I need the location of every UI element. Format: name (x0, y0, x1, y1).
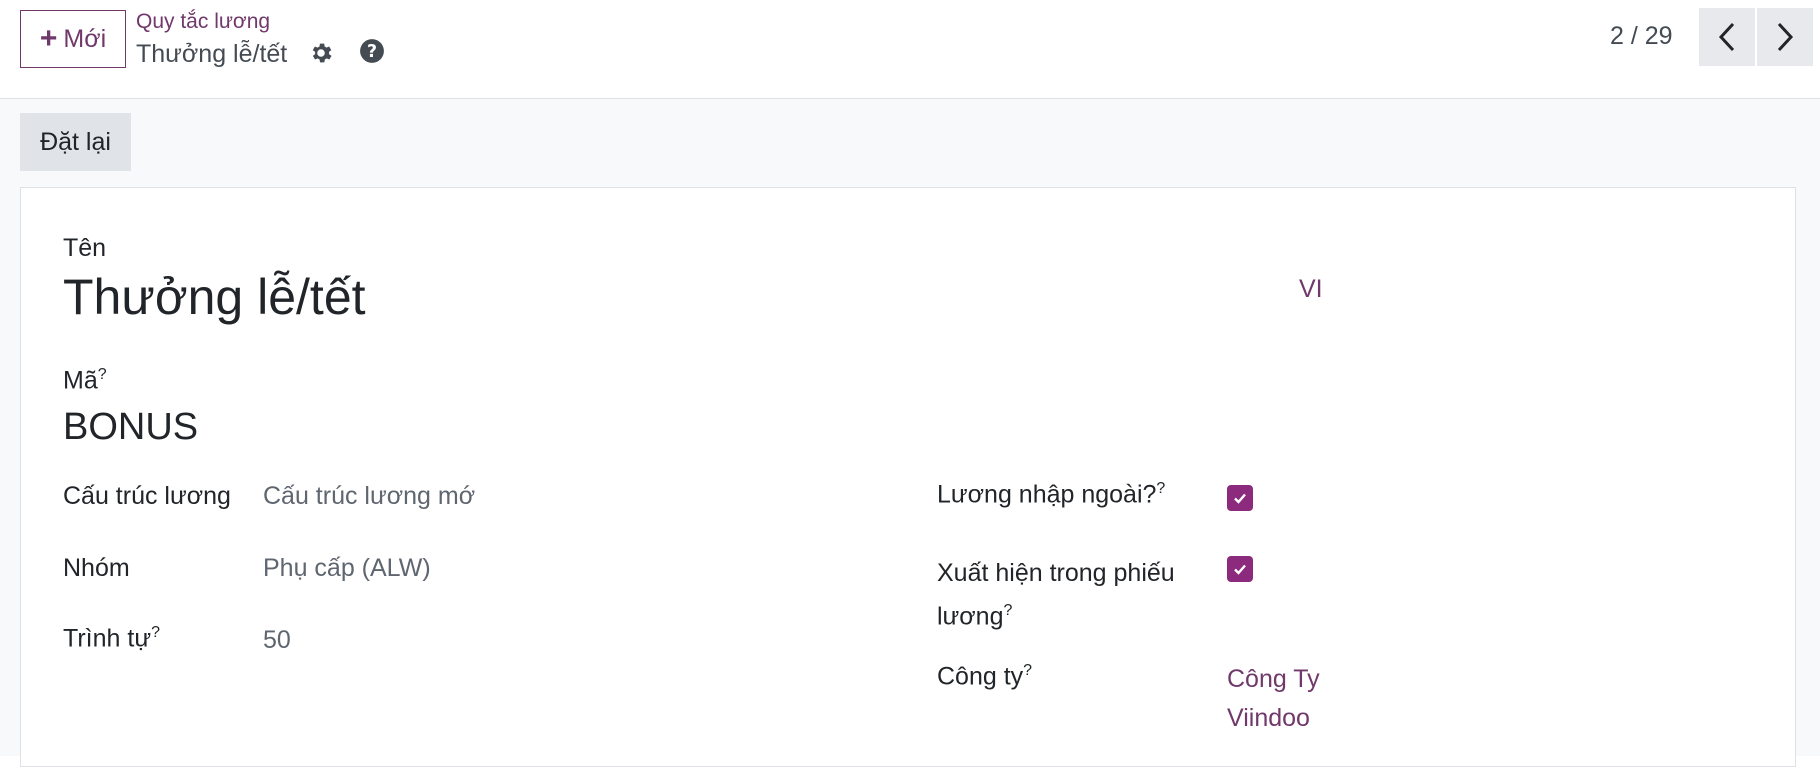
form-sheet: Tên Thưởng lễ/tết VI Mã? BONUS Cấu trúc … (20, 187, 1796, 767)
sequence-help-mark[interactable]: ? (151, 624, 160, 641)
language-toggle[interactable]: VI (1299, 270, 1323, 309)
sequence-label-text: Trình tự (63, 624, 152, 653)
chevron-right-icon (1777, 22, 1794, 52)
company-name-line2: Viindoo (1227, 704, 1310, 732)
gear-icon[interactable] (308, 40, 334, 66)
external-input-checkbox[interactable] (1227, 485, 1253, 511)
external-help-mark[interactable]: ? (1156, 480, 1165, 497)
pager-next-button[interactable] (1757, 8, 1813, 66)
new-button-label: Mới (63, 24, 107, 53)
record-title: Thưởng lễ/tết (136, 40, 288, 68)
appears-on-payslip-label-line2: lương (937, 602, 1004, 631)
external-input-label: Lương nhập ngoài?? (937, 480, 1165, 509)
category-field[interactable]: Phụ cấp (ALW) (263, 554, 431, 583)
control-panel: + Mới Quy tắc lương Thưởng lễ/tết ? 2 / … (0, 0, 1820, 99)
code-field[interactable]: BONUS (63, 406, 198, 449)
name-field[interactable]: Thưởng lễ/tết (63, 268, 366, 326)
form-background: Tên Thưởng lễ/tết VI Mã? BONUS Cấu trúc … (0, 187, 1820, 767)
structure-field[interactable]: Cấu trúc lương mớ (263, 482, 475, 511)
checkmark-icon (1234, 564, 1246, 575)
appears-on-payslip-label: Xuất hiện trong phiếu lương? (937, 554, 1175, 635)
structure-label: Cấu trúc lương (63, 482, 231, 510)
external-input-label-text: Lương nhập ngoài? (937, 480, 1157, 509)
sequence-label: Trình tự? (63, 624, 160, 653)
name-label: Tên (63, 234, 107, 262)
appears-on-payslip-label-line1: Xuất hiện trong phiếu (937, 559, 1175, 587)
code-label-text: Mã (63, 366, 98, 395)
pager-counter: 2 / 29 (1610, 22, 1673, 50)
sequence-field[interactable]: 50 (263, 626, 291, 655)
company-name-line1: Công Ty (1227, 665, 1320, 693)
breadcrumb-salary-rules[interactable]: Quy tắc lương (136, 10, 270, 34)
svg-text:?: ? (367, 42, 377, 62)
appears-on-payslip-label-line2-wrap: lương? (937, 592, 1175, 635)
chevron-left-icon (1718, 22, 1735, 52)
appears-on-payslip-checkbox[interactable] (1227, 556, 1253, 582)
code-help-mark[interactable]: ? (98, 366, 107, 383)
help-icon[interactable]: ? (359, 38, 385, 64)
status-bar: Đặt lại (0, 99, 1820, 187)
category-label: Nhóm (63, 554, 130, 582)
new-button[interactable]: + Mới (20, 10, 126, 68)
reset-button[interactable]: Đặt lại (20, 113, 131, 171)
company-label: Công ty? (937, 662, 1032, 691)
pager-previous-button[interactable] (1699, 8, 1755, 66)
appears-help-mark[interactable]: ? (1004, 602, 1013, 619)
company-help-mark[interactable]: ? (1023, 662, 1032, 679)
plus-icon: + (39, 22, 58, 55)
code-label: Mã? (63, 366, 107, 395)
company-field-link[interactable]: Công Ty Viindoo (1227, 660, 1320, 738)
company-label-text: Công ty (937, 662, 1024, 691)
checkmark-icon (1234, 493, 1246, 504)
